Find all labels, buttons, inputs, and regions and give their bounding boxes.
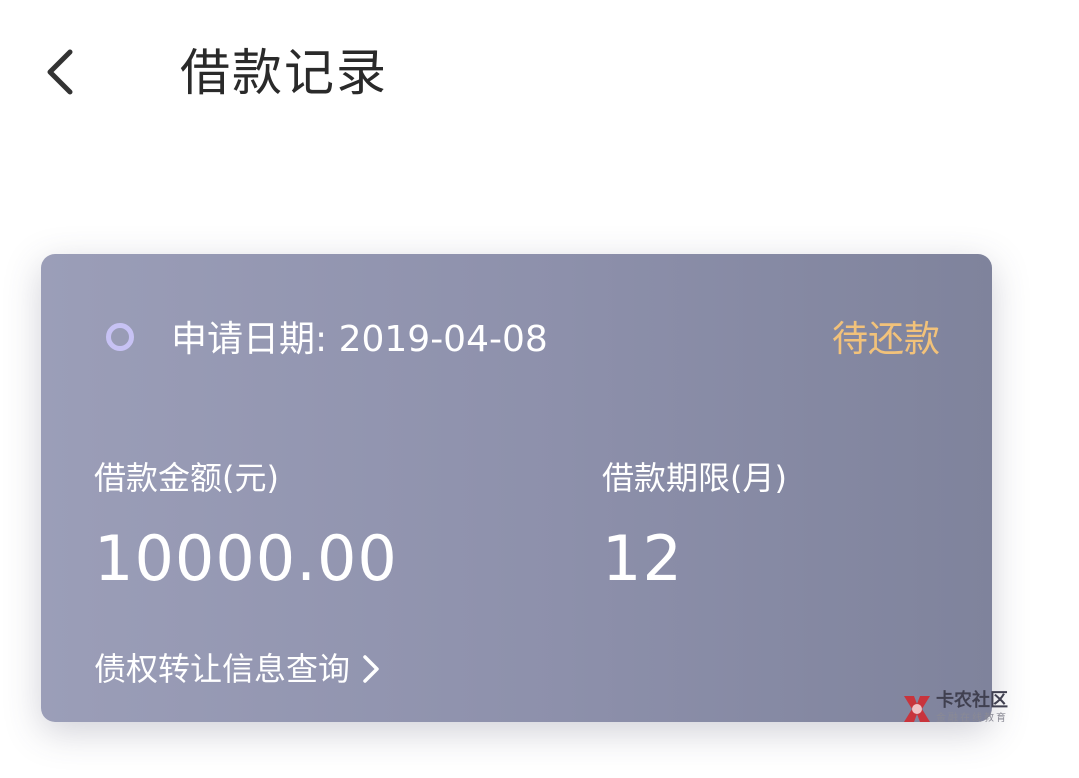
- page-title: 借款记录: [180, 44, 388, 102]
- watermark-title: 卡农社区: [936, 690, 1008, 711]
- loan-amount-value: 10000.00: [94, 522, 398, 595]
- watermark: 卡农社区 金融在线教育: [900, 690, 1030, 730]
- loan-record-card[interactable]: 申请日期: 2019-04-08 待还款 借款金额(元) 10000.00 借款…: [41, 254, 992, 722]
- loan-term-label: 借款期限(月): [602, 459, 787, 497]
- debt-transfer-info-link[interactable]: 债权转让信息查询: [94, 646, 382, 692]
- apply-date: 申请日期: 2019-04-08: [171, 319, 548, 360]
- watermark-subtitle: 金融在线教育: [936, 713, 1008, 724]
- back-button[interactable]: [30, 40, 90, 104]
- chevron-left-icon: [47, 49, 73, 95]
- loan-term-value: 12: [602, 522, 683, 595]
- chevron-right-icon: [363, 655, 379, 683]
- debt-transfer-info-label: 债权转让信息查询: [94, 650, 351, 688]
- app-header: 借款记录: [0, 0, 1079, 150]
- status-badge: 待还款: [831, 319, 940, 360]
- status-ring-icon: [106, 323, 134, 351]
- loan-amount-label: 借款金额(元): [94, 459, 279, 497]
- kanong-logo-icon: [904, 696, 930, 722]
